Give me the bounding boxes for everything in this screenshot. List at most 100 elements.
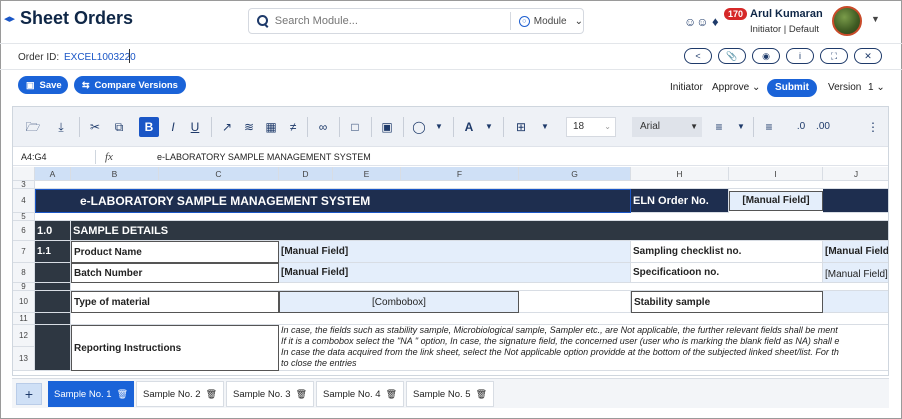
italic-icon[interactable]: I	[165, 120, 181, 134]
link-icon[interactable]: ∞	[315, 120, 331, 134]
specification-field[interactable]: [Manual Field]	[823, 263, 888, 283]
cell[interactable]	[35, 263, 71, 283]
row-header[interactable]: 11	[13, 313, 35, 325]
subsection-number[interactable]: 1.1	[35, 241, 71, 263]
stability-sample-field[interactable]	[823, 291, 888, 313]
chevron-down-icon[interactable]: ▼	[871, 14, 880, 24]
column-header[interactable]: H	[631, 167, 729, 181]
cell[interactable]	[35, 291, 71, 313]
row-header[interactable]: 5	[13, 213, 35, 221]
tab-sample-3[interactable]: Sample No. 3 🗑	[226, 381, 314, 407]
copy-icon[interactable]: ⧉	[111, 120, 127, 134]
chevron-down-icon[interactable]: ▼	[431, 120, 447, 134]
collapse-sidebar-icon[interactable]: ◂▸	[4, 12, 15, 25]
batch-number-field[interactable]: [Manual Field]	[279, 263, 631, 283]
product-name-label[interactable]: Product Name	[71, 241, 279, 263]
font-color-icon[interactable]: A	[461, 120, 477, 134]
row-header[interactable]: 7	[13, 241, 35, 263]
add-sheet-button[interactable]: +	[16, 383, 42, 405]
cell[interactable]	[35, 325, 71, 371]
column-header[interactable]: C	[159, 167, 279, 181]
reporting-instructions-text[interactable]: In case, the fields such as stability sa…	[279, 325, 888, 371]
external-link-icon[interactable]: ↗	[219, 120, 235, 134]
select-all-corner[interactable]	[13, 167, 35, 181]
tab-sample-5[interactable]: Sample No. 5 🗑	[406, 381, 494, 407]
wrap-text-icon[interactable]: ≡	[761, 120, 777, 134]
column-header[interactable]: E	[333, 167, 401, 181]
specification-label[interactable]: Specificatioon no.	[631, 263, 823, 283]
chevron-down-icon[interactable]: ▼	[537, 120, 553, 134]
comment-icon[interactable]: □	[347, 120, 363, 134]
eln-order-field[interactable]: [Manual Field]	[729, 191, 823, 211]
row-header[interactable]: 13	[13, 347, 35, 371]
eln-order-label[interactable]: ELN Order No.	[631, 189, 729, 213]
row-header[interactable]: 10	[13, 291, 35, 313]
material-type-combobox[interactable]: [Combobox]	[279, 291, 519, 313]
row-header[interactable]: 12	[13, 325, 35, 347]
merge-icon[interactable]: ▦	[263, 120, 279, 134]
borders-icon[interactable]: ⊞	[513, 120, 529, 134]
column-header[interactable]: I	[729, 167, 823, 181]
stability-sample-label[interactable]: Stability sample	[631, 291, 823, 313]
cell-reference[interactable]: A4:G4	[21, 152, 47, 162]
cell[interactable]	[35, 181, 888, 189]
sampling-checklist-label[interactable]: Sampling checklist no.	[631, 241, 823, 263]
section-title[interactable]: SAMPLE DETAILS	[71, 221, 888, 241]
trash-icon[interactable]: 🗑	[206, 389, 217, 400]
fullscreen-icon[interactable]: ⛶	[820, 48, 848, 64]
search-bar[interactable]: ○ Module ⌄	[248, 8, 584, 34]
row-header[interactable]: 9	[13, 283, 35, 291]
users-icon[interactable]: ☺☺	[684, 15, 709, 29]
sampling-checklist-field[interactable]: [Manual Field	[823, 241, 888, 263]
module-select[interactable]: ○ Module ⌄	[518, 15, 583, 27]
share-icon[interactable]: <	[684, 48, 712, 64]
search-input[interactable]	[274, 15, 510, 27]
row-header[interactable]: 8	[13, 263, 35, 283]
tab-sample-4[interactable]: Sample No. 4 🗑	[316, 381, 404, 407]
trash-icon[interactable]: 🗑	[476, 389, 487, 400]
column-header[interactable]: D	[279, 167, 333, 181]
trash-icon[interactable]: 🗑	[117, 389, 128, 400]
cell[interactable]	[35, 283, 71, 291]
open-folder-icon[interactable]: 🗁	[25, 120, 41, 134]
trash-icon[interactable]: 🗑	[386, 389, 397, 400]
cell[interactable]	[71, 313, 888, 325]
font-family-select[interactable]: Arial ▼	[632, 117, 702, 137]
cut-icon[interactable]: ✂	[87, 120, 103, 134]
bold-icon[interactable]: B	[139, 117, 159, 137]
row-header[interactable]: 6	[13, 221, 35, 241]
column-header[interactable]: B	[71, 167, 159, 181]
clear-format-icon[interactable]: ≠	[285, 120, 301, 134]
attachment-icon[interactable]: 📎	[718, 48, 746, 64]
align-icon[interactable]: ≡	[711, 120, 727, 134]
more-options-icon[interactable]: ⋮	[865, 120, 881, 134]
save-button[interactable]: ▣ Save	[18, 76, 68, 94]
version-dropdown[interactable]: 1 ⌄	[868, 82, 885, 93]
font-size-select[interactable]: 18 ⌄	[566, 117, 616, 137]
download-icon[interactable]: ⤓	[53, 120, 69, 134]
formula-input[interactable]: e-LABORATORY SAMPLE MANAGEMENT SYSTEM	[157, 152, 371, 162]
close-icon[interactable]: ✕	[854, 48, 882, 64]
cell[interactable]	[71, 283, 888, 291]
chart-icon[interactable]: ≋	[241, 120, 257, 134]
tab-sample-2[interactable]: Sample No. 2 🗑	[136, 381, 224, 407]
compare-versions-button[interactable]: ⇆ Compare Versions	[74, 76, 186, 94]
section-number[interactable]: 1.0	[35, 221, 71, 241]
column-header[interactable]: G	[519, 167, 631, 181]
chevron-down-icon[interactable]: ▼	[733, 120, 749, 134]
row-header[interactable]: 3	[13, 181, 35, 189]
cell[interactable]	[519, 291, 631, 313]
bell-icon[interactable]: ♦	[712, 14, 719, 29]
cell[interactable]	[823, 189, 888, 213]
reporting-instructions-label[interactable]: Reporting Instructions	[71, 325, 279, 371]
column-header[interactable]: J	[823, 167, 888, 181]
fill-color-icon[interactable]: ◯	[411, 120, 427, 134]
column-header[interactable]: F	[401, 167, 519, 181]
cell[interactable]	[35, 313, 71, 325]
avatar[interactable]	[832, 6, 862, 36]
cell[interactable]	[35, 213, 888, 221]
decimal-increase-icon[interactable]: .00	[815, 120, 831, 134]
info-icon[interactable]: i	[786, 48, 814, 64]
underline-icon[interactable]: U	[187, 120, 203, 134]
eye-icon[interactable]: ◉	[752, 48, 780, 64]
